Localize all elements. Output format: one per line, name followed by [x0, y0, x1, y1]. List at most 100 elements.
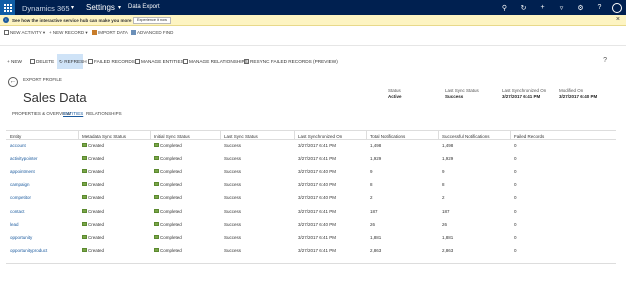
advanced-find-button[interactable]: ADVANCED FIND [131, 30, 173, 35]
resync-failed-records-button[interactable]: RESYNC FAILED RECORDS (PREVIEW) [244, 59, 338, 64]
close-icon[interactable]: × [616, 16, 620, 23]
table-row[interactable]: opportunity Created Completed Success 3/27/2… [6, 234, 616, 247]
table-cell: 9 [370, 169, 373, 175]
table-row[interactable]: activitypointer Created Completed Success 3/… [6, 155, 616, 168]
table-row[interactable]: opportunityproduct Created Completed Succes… [6, 247, 616, 260]
modified-on-value: 3/27/2017 6:40 PM [559, 94, 598, 99]
column-header[interactable]: Last Synchronized On [298, 134, 342, 139]
table-cell[interactable]: account [10, 143, 26, 148]
history-icon[interactable]: ↻ [514, 4, 533, 12]
table-cell: Created [82, 182, 104, 187]
column-divider [438, 131, 439, 140]
experience-it-now-button[interactable]: Experience it now [133, 17, 171, 24]
table-cell: 1,881 [442, 234, 454, 240]
table-cell: Completed [154, 156, 182, 161]
area-name[interactable]: Settings [86, 3, 115, 12]
last-sync-status-label: Last Sync Status [445, 88, 479, 93]
chevron-down-icon[interactable]: ▾ [71, 4, 74, 11]
table-cell[interactable]: opportunityproduct [10, 248, 47, 253]
table-cell: 0 [514, 143, 517, 148]
refresh-button[interactable]: ↻ REFRESH [59, 59, 87, 65]
table-cell: 0 [514, 195, 517, 201]
table-cell[interactable]: competitor [10, 195, 31, 200]
divider [0, 45, 626, 46]
table-cell: 26 [442, 221, 448, 227]
table-cell: 2 [442, 195, 445, 201]
chevron-down-icon[interactable]: ▾ [118, 4, 121, 11]
status-label: Status [388, 88, 401, 93]
failed-records-button[interactable]: FAILED RECORDS [88, 59, 135, 64]
completed-status-icon [154, 208, 159, 213]
filter-icon[interactable]: ▿ [552, 4, 571, 12]
table-cell: 1,498 [442, 143, 454, 148]
column-header[interactable]: Successful Notifications [442, 134, 490, 139]
table-cell: 8 [370, 182, 373, 188]
new-record-button[interactable]: + NEW RECORD ▾ [49, 30, 88, 36]
tab-properties-overview[interactable]: PROPERTIES & OVERVIEW [12, 111, 71, 116]
table-cell[interactable]: lead [10, 222, 19, 227]
tab-relationships[interactable]: RELATIONSHIPS [86, 111, 122, 116]
table-cell: 3/27/2017 6:40 PM [298, 169, 337, 175]
table-cell: 187 [442, 208, 450, 214]
table-cell: Completed [154, 221, 182, 227]
created-status-icon [82, 221, 87, 226]
search-icon[interactable]: ⚲ [495, 4, 514, 12]
help-icon[interactable]: ? [603, 57, 607, 64]
activity-icon [4, 30, 9, 35]
table-row[interactable]: account Created Completed Success 3/27/2017 … [6, 142, 616, 155]
table-cell[interactable]: activitypointer [10, 156, 38, 161]
table-cell: 0 [514, 221, 517, 227]
column-header[interactable]: Metadata Sync Status [82, 134, 126, 139]
delete-button[interactable]: DELETE [30, 59, 54, 64]
created-status-icon [82, 208, 87, 213]
column-header[interactable]: Failed Records [514, 134, 544, 139]
column-header[interactable]: Initial Sync Status [154, 134, 190, 139]
table-cell: 3/27/2017 6:41 PM [298, 247, 337, 253]
column-divider [510, 131, 511, 140]
table-cell[interactable]: appointment [10, 169, 35, 174]
table-cell: 2,863 [442, 247, 454, 253]
table-row[interactable]: appointment Created Completed Success 3/27/2… [6, 168, 616, 181]
new-button[interactable]: + NEW [7, 59, 22, 64]
table-row[interactable]: lead Created Completed Success 3/27/2017 6:4… [6, 221, 616, 234]
completed-status-icon [154, 143, 159, 147]
table-cell: 1,881 [370, 234, 382, 240]
page-name[interactable]: Data Export [128, 4, 160, 10]
table-cell: 0 [514, 156, 517, 162]
import-data-button[interactable]: IMPORT DATA [92, 30, 128, 35]
page-title: Sales Data [23, 90, 87, 105]
user-avatar[interactable] [612, 2, 622, 13]
column-header[interactable]: Entity [10, 134, 21, 139]
column-header[interactable]: Last Sync Status [224, 134, 258, 139]
completed-status-icon [154, 156, 159, 161]
help-icon[interactable]: ? [590, 4, 609, 11]
secondary-command-bar: + NEW DELETE ↻ REFRESH FAILED RECORDS MA… [0, 54, 626, 69]
table-cell[interactable]: contact [10, 209, 25, 214]
table-cell: 3/27/2017 6:41 PM [298, 143, 337, 148]
table-cell: Success [224, 195, 242, 201]
created-status-icon [82, 234, 87, 239]
table-cell: Created [82, 247, 104, 253]
table-cell: Success [224, 234, 242, 240]
app-launcher-waffle-icon[interactable] [0, 0, 15, 15]
manage-entities-button[interactable]: MANAGE ENTITIES [135, 59, 184, 64]
table-cell: 3/27/2017 6:41 PM [298, 234, 337, 240]
table-row[interactable]: contact Created Completed Success 3/27/2017 … [6, 208, 616, 221]
app-name[interactable]: Dynamics 365 [22, 4, 70, 13]
plus-icon[interactable]: + [533, 4, 552, 11]
back-arrow-icon[interactable]: ← [8, 77, 18, 87]
created-status-icon [82, 169, 87, 174]
table-cell: 3/27/2017 6:40 PM [298, 221, 337, 227]
column-header[interactable]: Total Notifications [370, 134, 405, 139]
gear-icon[interactable]: ⚙ [571, 4, 590, 12]
tab-entities[interactable]: ENTITIES [63, 111, 83, 116]
table-cell: 3/27/2017 6:40 PM [298, 182, 337, 188]
new-activity-button[interactable]: NEW ACTIVITY ▾ [4, 30, 45, 36]
table-row[interactable]: campaign Created Completed Success 3/27/2017… [6, 181, 616, 194]
manage-relationships-button[interactable]: MANAGE RELATIONSHIPS [183, 59, 248, 64]
table-cell[interactable]: opportunity [10, 235, 32, 240]
table-cell[interactable]: campaign [10, 182, 30, 187]
column-divider [294, 131, 295, 140]
table-row[interactable]: competitor Created Completed Success 3/27/20… [6, 194, 616, 207]
column-divider [150, 131, 151, 140]
